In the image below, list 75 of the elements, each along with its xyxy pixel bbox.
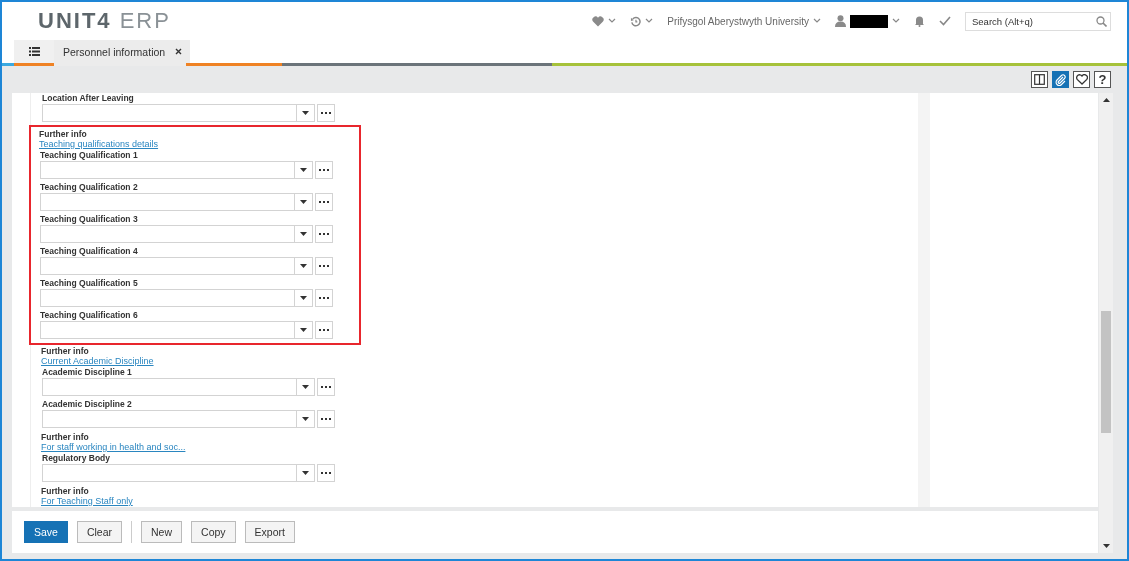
organisation-selector[interactable]: Prifysgol Aberystwyth University <box>667 15 809 27</box>
scroll-down-icon[interactable] <box>1102 544 1110 548</box>
history-icon[interactable] <box>630 15 642 27</box>
search-icon[interactable] <box>1096 15 1107 27</box>
split-view-button[interactable] <box>1031 71 1048 88</box>
scrollbar[interactable] <box>1099 93 1113 553</box>
more-button[interactable] <box>315 225 333 243</box>
logo: UNIT4 ERP <box>38 8 171 34</box>
action-button[interactable]: New <box>141 521 183 543</box>
dropdown-field[interactable] <box>40 257 313 275</box>
caret-icon[interactable] <box>300 264 307 268</box>
bell-icon[interactable] <box>914 15 925 27</box>
caret-icon[interactable] <box>302 417 309 421</box>
more-button[interactable] <box>315 321 333 339</box>
info-link[interactable]: Teaching qualifications details <box>39 139 159 149</box>
menu-button[interactable] <box>14 40 54 63</box>
caret-icon[interactable] <box>302 385 309 389</box>
field-label: Teaching Qualification 3 <box>40 214 139 225</box>
more-button[interactable] <box>317 410 335 428</box>
dropdown-field[interactable] <box>40 321 313 339</box>
action-button[interactable]: Clear <box>76 521 123 543</box>
dropdown-field[interactable] <box>42 410 315 428</box>
info-link[interactable]: Current Academic Discipline <box>41 356 154 366</box>
dropdown-field[interactable] <box>40 193 313 211</box>
scrollbar-thumb[interactable] <box>1101 311 1111 433</box>
caret-icon[interactable] <box>300 232 307 236</box>
dropdown-field[interactable] <box>40 161 313 179</box>
field-label: Teaching Qualification 2 <box>40 182 139 193</box>
close-icon[interactable] <box>175 48 183 55</box>
dropdown-field[interactable] <box>42 104 315 122</box>
dropdown-field[interactable] <box>42 378 315 396</box>
search-field[interactable]: Search (Alt+q) <box>965 11 1111 31</box>
action-button[interactable]: Export <box>244 521 295 543</box>
user-icon[interactable] <box>835 15 846 27</box>
field-label: Teaching Qualification 4 <box>40 246 139 257</box>
redacted-block <box>850 14 888 28</box>
field-label: Teaching Qualification 6 <box>40 310 139 321</box>
checkmark-icon[interactable] <box>939 16 951 26</box>
more-button[interactable] <box>317 378 335 396</box>
caret-icon[interactable] <box>302 111 309 115</box>
field-label: Teaching Qualification 1 <box>40 150 139 161</box>
more-button[interactable] <box>317 104 335 122</box>
field-label: Academic Discipline 1 <box>42 367 133 378</box>
info-link[interactable]: For Teaching Staff only <box>41 496 133 506</box>
dropdown-field[interactable] <box>40 289 313 307</box>
caret-icon[interactable] <box>300 200 307 204</box>
caret-icon[interactable] <box>300 296 307 300</box>
field-label: Regulatory Body <box>42 453 111 464</box>
scroll-up-icon[interactable] <box>1102 98 1110 102</box>
info-title: Further info <box>41 346 89 356</box>
info-title: Further info <box>41 486 89 496</box>
dropdown-field[interactable] <box>42 464 315 482</box>
tab[interactable]: Personnel information <box>54 40 191 63</box>
info-link[interactable]: For staff working in health and soc... <box>41 442 186 452</box>
caret-icon[interactable] <box>300 168 307 172</box>
attachment-button[interactable] <box>1052 71 1069 88</box>
field-label: Teaching Qualification 5 <box>40 278 139 289</box>
info-title: Further info <box>39 129 87 139</box>
more-button[interactable] <box>315 257 333 275</box>
caret-icon[interactable] <box>300 328 307 332</box>
more-button[interactable] <box>317 464 335 482</box>
more-button[interactable] <box>315 193 333 211</box>
heart-icon[interactable] <box>592 15 605 27</box>
dropdown-field[interactable] <box>40 225 313 243</box>
caret-icon[interactable] <box>302 471 309 475</box>
menu-icon[interactable] <box>28 47 40 56</box>
primary-button[interactable]: Save <box>24 521 68 543</box>
more-button[interactable] <box>315 161 333 179</box>
info-title: Further info <box>41 432 89 442</box>
favourite-button[interactable] <box>1073 71 1090 88</box>
help-button[interactable]: ? <box>1094 71 1111 88</box>
action-button[interactable]: Copy <box>191 521 236 543</box>
field-label: Academic Discipline 2 <box>42 399 133 410</box>
more-button[interactable] <box>315 289 333 307</box>
field-label: Location After Leaving <box>42 93 135 104</box>
